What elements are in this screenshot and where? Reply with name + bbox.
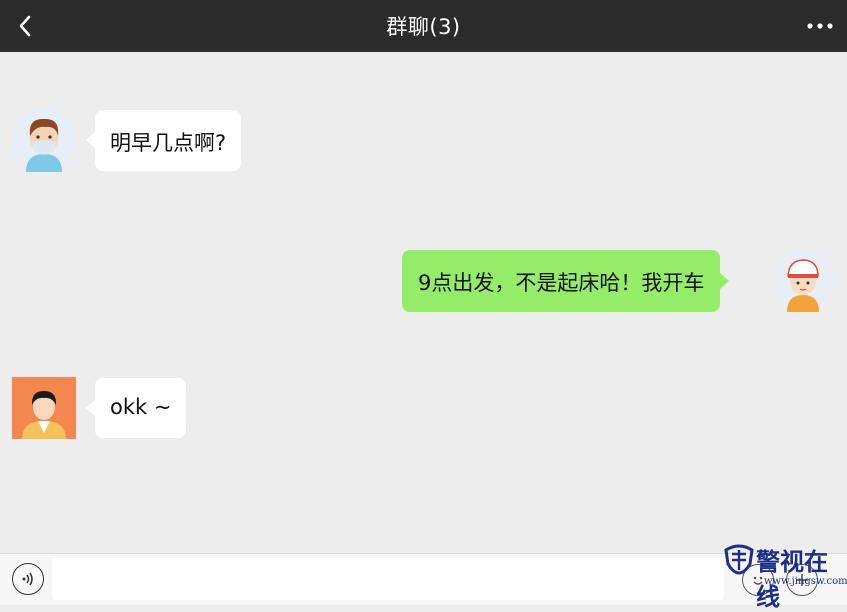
watermark: 警视在线 www.jingsw.com xyxy=(722,540,847,611)
voice-icon xyxy=(22,572,33,586)
badge-icon xyxy=(724,544,754,575)
chat-title: 群聊(3) xyxy=(386,15,461,39)
message-text: 9点出发，不是起床哈！我开车 xyxy=(418,271,705,295)
bubble-tail xyxy=(719,272,730,290)
message-bubble[interactable]: 9点出发，不是起床哈！我开车 xyxy=(402,250,730,312)
message-bubble[interactable]: 明早几点啊? xyxy=(86,110,242,171)
avatar[interactable] xyxy=(12,377,76,441)
avatar-kid-cap-icon xyxy=(772,249,834,312)
message-text: okk ~ xyxy=(110,395,172,419)
bubble-tail xyxy=(86,399,96,417)
avatar-boy-mask-icon xyxy=(13,109,75,172)
avatar[interactable] xyxy=(12,108,76,172)
message-input[interactable] xyxy=(52,558,724,600)
title-bar: 群聊(3) xyxy=(0,0,847,52)
message-bubble[interactable]: okk ~ xyxy=(86,378,187,438)
avatar[interactable] xyxy=(771,248,835,312)
bubble-tail xyxy=(86,131,96,149)
more-button[interactable] xyxy=(803,12,837,40)
avatar-man-orange-icon xyxy=(12,377,76,439)
message-text: 明早几点啊? xyxy=(110,131,227,155)
input-bar xyxy=(0,553,847,605)
more-dots-icon xyxy=(807,23,833,29)
voice-button[interactable] xyxy=(12,563,44,595)
watermark-url: www.jingsw.com xyxy=(764,576,847,587)
